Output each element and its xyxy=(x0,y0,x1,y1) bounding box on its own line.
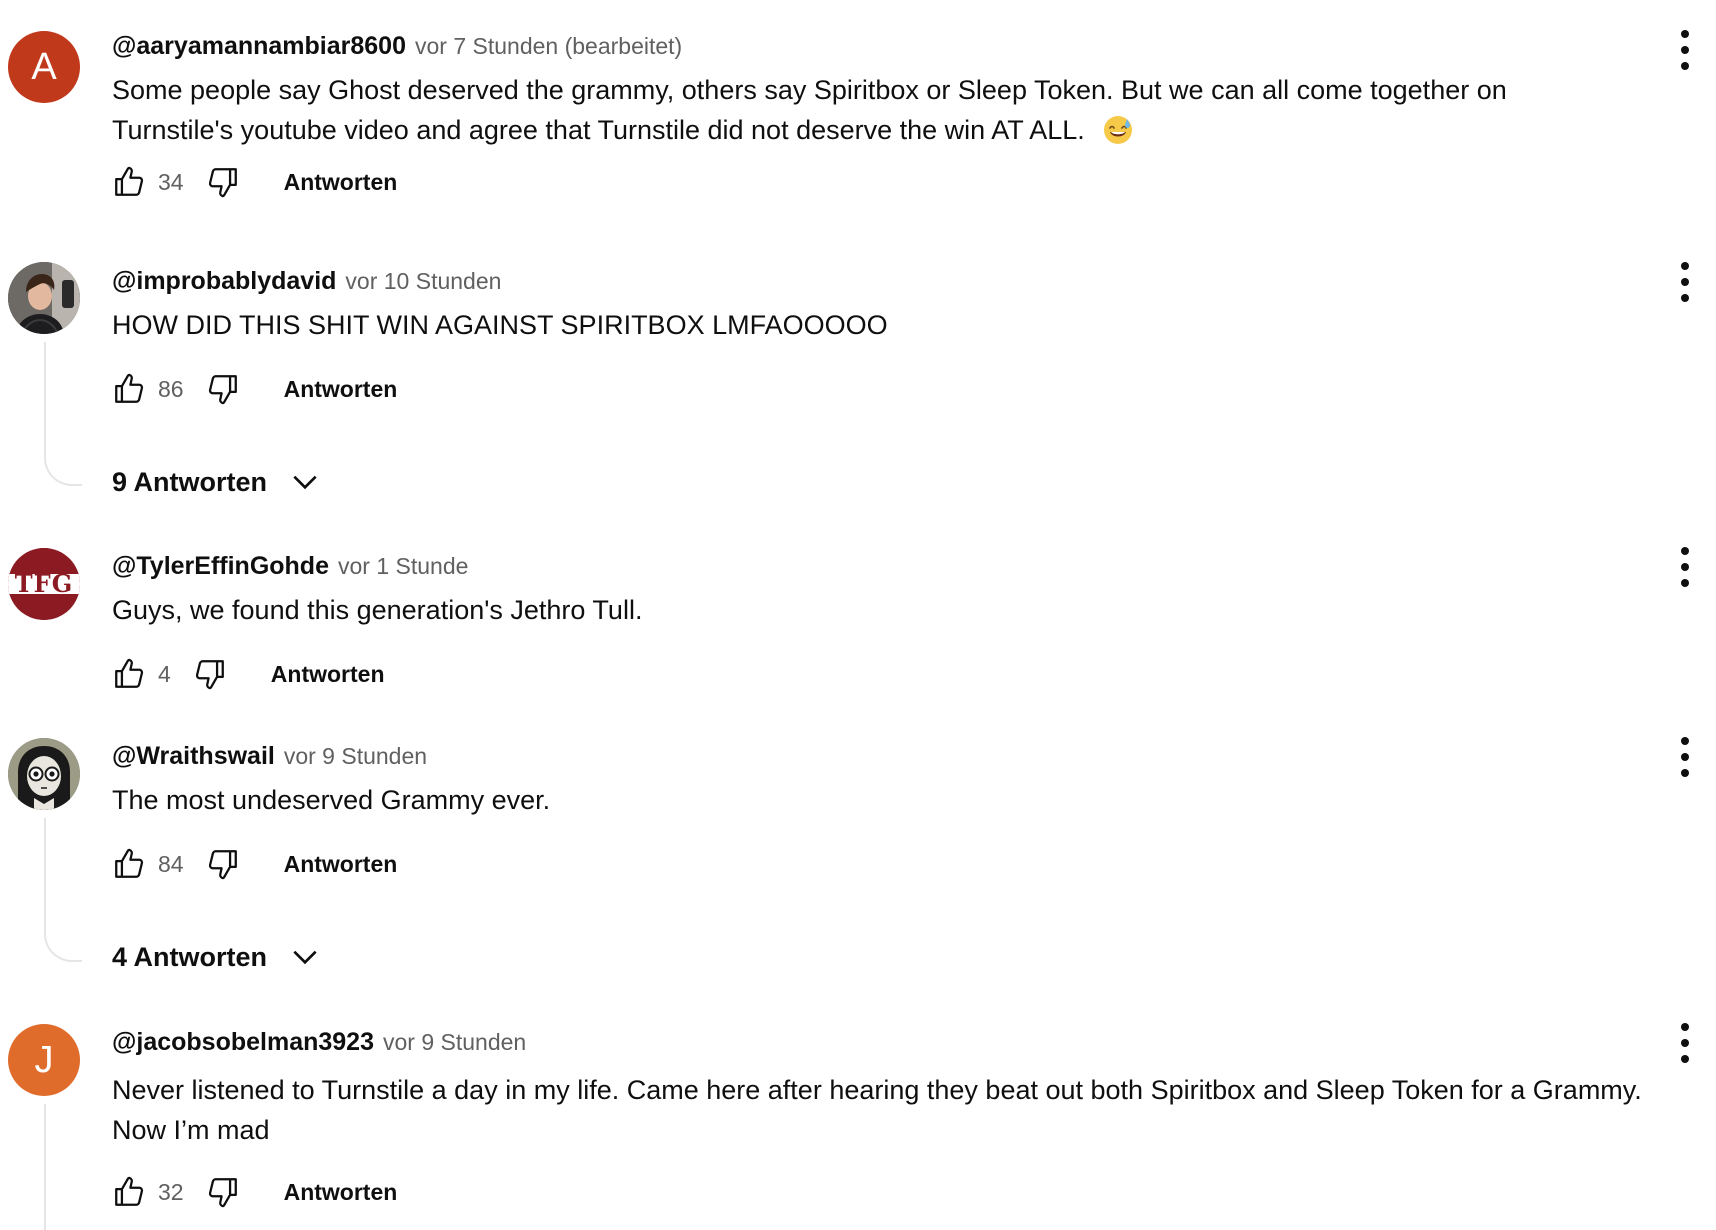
comment-body: HOW DID THIS SHIT WIN AGAINST SPIRITBOX … xyxy=(112,310,888,340)
avatar[interactable] xyxy=(8,738,80,810)
more-vert-icon[interactable] xyxy=(1674,547,1696,587)
comment-text: The most undeserved Grammy ever. xyxy=(112,780,1566,820)
comment-timestamp[interactable]: vor 10 Stunden xyxy=(345,268,501,295)
like-count: 34 xyxy=(158,168,184,195)
avatar[interactable]: J xyxy=(8,1024,80,1096)
comment-body: The most undeserved Grammy ever. xyxy=(112,785,551,815)
comment-actions: 32 Antworten xyxy=(112,1172,397,1212)
thumbs-down-icon[interactable] xyxy=(206,847,240,881)
comment-header: @aaryamannambiar8600 vor 7 Stunden (bear… xyxy=(112,30,682,62)
comment-author[interactable]: @jacobsobelman3923 xyxy=(112,1028,374,1057)
thread-connector xyxy=(44,1104,82,1230)
replies-count: 9 Antworten xyxy=(112,466,267,497)
thumbs-up-icon[interactable] xyxy=(112,657,146,691)
more-vert-icon[interactable] xyxy=(1674,737,1696,777)
avatar[interactable]: A xyxy=(8,31,80,103)
thumbs-down-icon[interactable] xyxy=(206,372,240,406)
comment-body: Guys, we found this generation's Jethro … xyxy=(112,595,643,625)
avatar-letter: J xyxy=(34,1038,54,1081)
reply-button[interactable]: Antworten xyxy=(284,376,398,403)
comment-header: @jacobsobelman3923 vor 9 Stunden xyxy=(112,1026,526,1058)
avatar-letter: A xyxy=(31,45,57,88)
comment-author[interactable]: @improbablydavid xyxy=(112,267,336,296)
thread-connector xyxy=(44,818,82,962)
replies-count: 4 Antworten xyxy=(112,941,267,972)
comment-actions: 86 Antworten xyxy=(112,369,397,409)
comment-author[interactable]: @Wraithswail xyxy=(112,742,275,771)
thumbs-up-icon[interactable] xyxy=(112,372,146,406)
thread-connector xyxy=(44,342,82,486)
ghost-girl-avatar xyxy=(8,738,80,810)
more-vert-icon[interactable] xyxy=(1674,1023,1696,1063)
reply-button[interactable]: Antworten xyxy=(284,1179,398,1206)
reply-button[interactable]: Antworten xyxy=(271,661,385,688)
thumbs-down-icon[interactable] xyxy=(206,1175,240,1209)
comment-timestamp[interactable]: vor 7 Stunden (bearbeitet) xyxy=(415,33,682,60)
comment-author[interactable]: @TylerEffinGohde xyxy=(112,552,329,581)
like-count: 84 xyxy=(158,850,184,877)
comment-actions: 34 Antworten xyxy=(112,162,397,202)
thumbs-up-icon[interactable] xyxy=(112,165,146,199)
reply-button[interactable]: Antworten xyxy=(284,851,398,878)
comment-header: @improbablydavid vor 10 Stunden xyxy=(112,265,501,297)
more-vert-icon[interactable] xyxy=(1674,30,1696,70)
reply-button[interactable]: Antworten xyxy=(284,169,398,196)
like-count: 32 xyxy=(158,1178,184,1205)
avatar[interactable] xyxy=(8,262,80,334)
like-count: 86 xyxy=(158,375,184,402)
chevron-down-icon xyxy=(293,475,317,490)
person-photo-avatar xyxy=(8,262,80,334)
comment-text: Guys, we found this generation's Jethro … xyxy=(112,590,1566,630)
comment-timestamp[interactable]: vor 9 Stunden xyxy=(383,1029,526,1056)
comment-actions: 84 Antworten xyxy=(112,844,397,884)
like-count: 4 xyxy=(158,660,171,687)
thumbs-down-icon[interactable] xyxy=(193,657,227,691)
comment-author[interactable]: @aaryamannambiar8600 xyxy=(112,32,406,61)
thumbs-up-icon[interactable] xyxy=(112,847,146,881)
comment-body: Some people say Ghost deserved the gramm… xyxy=(112,75,1507,145)
sweat-smile-emoji xyxy=(1104,116,1133,144)
avatar[interactable]: TFG xyxy=(8,548,80,620)
comment-text: Some people say Ghost deserved the gramm… xyxy=(112,70,1566,150)
comment-timestamp[interactable]: vor 1 Stunde xyxy=(338,553,468,580)
show-replies-button[interactable]: 4 Antworten xyxy=(112,937,321,977)
chevron-down-icon xyxy=(293,950,317,965)
comment-body: Never listened to Turnstile a day in my … xyxy=(112,1075,1642,1145)
thumbs-up-icon[interactable] xyxy=(112,1175,146,1209)
show-replies-button[interactable]: 9 Antworten xyxy=(112,462,321,502)
comment-text: Never listened to Turnstile a day in my … xyxy=(112,1070,1656,1150)
comment-header: @Wraithswail vor 9 Stunden xyxy=(112,740,427,772)
comment-text: HOW DID THIS SHIT WIN AGAINST SPIRITBOX … xyxy=(112,305,1566,345)
avatar-logo-text: TFG xyxy=(14,569,74,598)
more-vert-icon[interactable] xyxy=(1674,262,1696,302)
comment-timestamp[interactable]: vor 9 Stunden xyxy=(284,743,427,770)
comment-header: @TylerEffinGohde vor 1 Stunde xyxy=(112,550,468,582)
thumbs-down-icon[interactable] xyxy=(206,165,240,199)
comment-actions: 4 Antworten xyxy=(112,654,385,694)
